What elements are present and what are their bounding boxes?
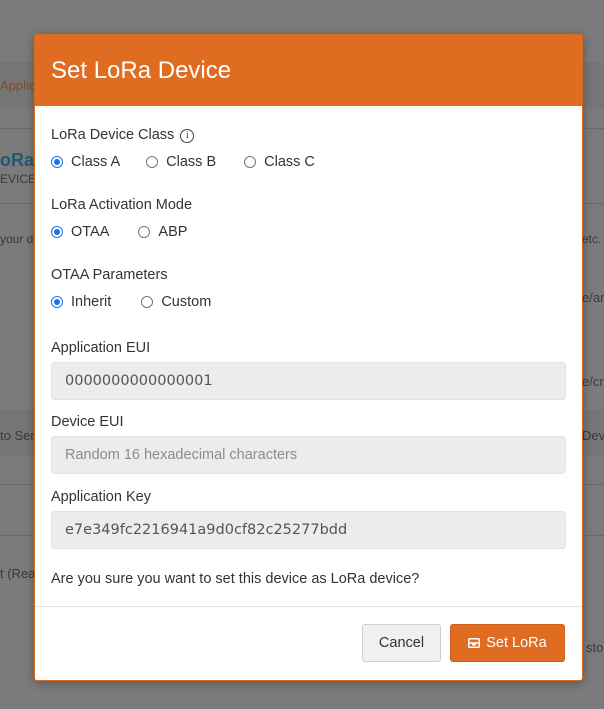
application-eui-field[interactable]: 0000000000000001 [51,362,566,400]
background-row-value: sto [586,640,604,655]
radio-inherit[interactable]: Inherit [51,294,111,310]
activation-mode-group: LoRa Activation Mode OTAA ABP [51,197,211,242]
radio-label: OTAA [71,224,110,240]
radio-label: Class B [166,154,217,170]
device-eui-label: Device EUI [51,414,124,430]
radio-label: Class A [71,154,121,170]
cancel-button-label: Cancel [378,635,425,651]
otaa-parameters-group: OTAA Parameters Inherit Custom [51,267,235,312]
radio-custom[interactable]: Custom [141,294,211,310]
background-device-name: oRa [0,150,35,170]
radio-label: Custom [161,294,212,310]
radio-class-a[interactable]: Class A [51,154,120,170]
radio-button[interactable] [51,226,63,238]
radio-otaa[interactable]: OTAA [51,224,109,240]
application-key-label: Application Key [51,489,151,505]
background-tab-label: Applic [0,78,36,93]
background-row-label: t (Rea [0,566,36,581]
cancel-button[interactable]: Cancel [362,624,441,662]
device-eui-group: Device EUI Random 16 hexadecimal charact… [51,414,566,474]
radio-button[interactable] [141,296,154,308]
background-path-1: e/ar [582,290,604,305]
application-key-field[interactable]: e7e349fc2216941a9d0cf82c25277bdd [51,511,566,549]
set-lora-dialog: Set LoRa Device LoRa Device Class i Clas… [34,34,583,681]
otaa-parameters-label: OTAA Parameters [51,267,168,283]
set-lora-button[interactable]: Set LoRa [450,624,565,662]
radio-abp[interactable]: ABP [138,224,187,240]
background-device-type: EVICE [0,172,37,186]
dialog-title: Set LoRa Device [51,56,232,84]
background-description: your d [0,232,34,246]
info-icon[interactable]: i [180,129,195,143]
radio-label: Class C [264,154,315,170]
radio-button[interactable] [244,156,257,168]
application-eui-label: Application EUI [51,340,151,356]
activation-mode-label: LoRa Activation Mode [51,197,193,213]
set-lora-button-label: Set LoRa [486,635,547,651]
confirm-text: Are you sure you want to set this device… [51,571,420,587]
radio-label: ABP [158,224,188,240]
radio-label: Inherit [71,294,112,310]
application-key-group: Application Key e7e349fc2216941a9d0cf82c… [51,489,566,549]
background-column-1: to Sen [0,428,38,443]
background-path-2: e/cr [582,374,604,389]
save-icon [468,638,481,648]
radio-class-b[interactable]: Class B [146,154,216,170]
device-class-label: LoRa Device Class [51,127,175,143]
radio-button[interactable] [146,156,159,168]
footer-divider [35,606,582,607]
radio-button[interactable] [51,296,63,308]
application-eui-group: Application EUI 0000000000000001 [51,340,566,400]
radio-class-c[interactable]: Class C [244,154,315,170]
radio-button[interactable] [51,156,63,168]
device-eui-field[interactable]: Random 16 hexadecimal characters [51,436,566,474]
radio-button[interactable] [138,226,151,238]
background-description-end: etc. [582,232,602,246]
device-class-group: LoRa Device Class i Class A Class B Clas… [51,127,339,172]
dialog-header: Set LoRa Device [35,35,582,106]
background-column-2: Dev [582,428,604,443]
